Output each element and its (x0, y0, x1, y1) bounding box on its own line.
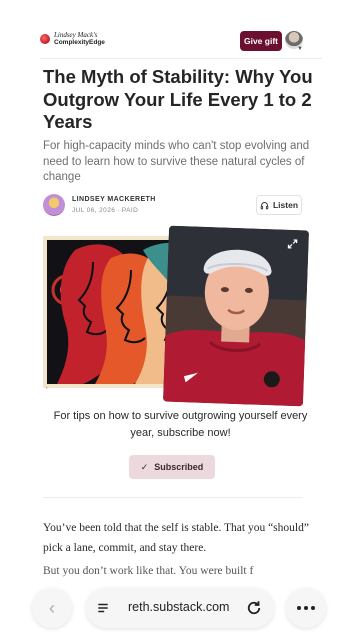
chevron-left-icon: ‹ (49, 597, 55, 618)
publication-logo[interactable]: Lindsey Mack's ComplexityEdge (40, 32, 105, 46)
post-title: The Myth of Stability: Why You Outgrow Y… (43, 66, 313, 132)
give-gift-button[interactable]: Give gift (240, 31, 282, 51)
meta-separator: ∙ (117, 207, 120, 214)
post-access: PAID (121, 207, 139, 214)
video-overlay[interactable] (162, 225, 310, 407)
logo-line-1: Lindsey Mack's (54, 31, 98, 39)
address-bar[interactable]: reth.substack.com (86, 588, 274, 628)
subscribed-button[interactable]: ✓ Subscribed (129, 455, 215, 479)
header-divider (40, 58, 322, 59)
hero-credit-mark: ▪ (46, 385, 48, 390)
logo-line-2: ComplexityEdge (54, 39, 105, 46)
check-icon: ✓ (140, 461, 149, 472)
body-paragraph-1: You’ve been told that the self is stable… (43, 522, 309, 554)
more-dots-icon[interactable] (286, 588, 326, 628)
post-meta: JUL 06, 2026 ∙ PAID (72, 207, 138, 214)
page-menu-icon[interactable] (96, 601, 110, 615)
post-byline: LINDSEY MACKERETH JUL 06, 2026 ∙ PAID Li… (43, 194, 303, 216)
url-text[interactable]: reth.substack.com (128, 600, 229, 614)
post-date: JUL 06, 2026 (72, 207, 116, 214)
expand-icon[interactable] (286, 238, 298, 250)
headphones-icon (260, 201, 269, 209)
back-button[interactable]: ‹ (32, 588, 72, 628)
subscribed-label: Subscribed (154, 462, 204, 472)
author-avatar[interactable] (43, 194, 65, 216)
reload-icon[interactable] (245, 599, 263, 617)
logo-mark-icon (40, 34, 50, 44)
listen-button[interactable]: Listen (256, 195, 302, 215)
subscribe-cta-text: For tips on how to survive outgrowing yo… (53, 410, 308, 439)
chevron-down-icon[interactable]: ▼ (297, 46, 303, 52)
post-subtitle: For high-capacity minds who can't stop e… (43, 140, 310, 183)
content-divider (43, 497, 303, 498)
listen-label: Listen (272, 200, 299, 210)
author-name[interactable]: LINDSEY MACKERETH (72, 196, 156, 203)
publication-header: Lindsey Mack's ComplexityEdge Give gift … (0, 22, 360, 60)
